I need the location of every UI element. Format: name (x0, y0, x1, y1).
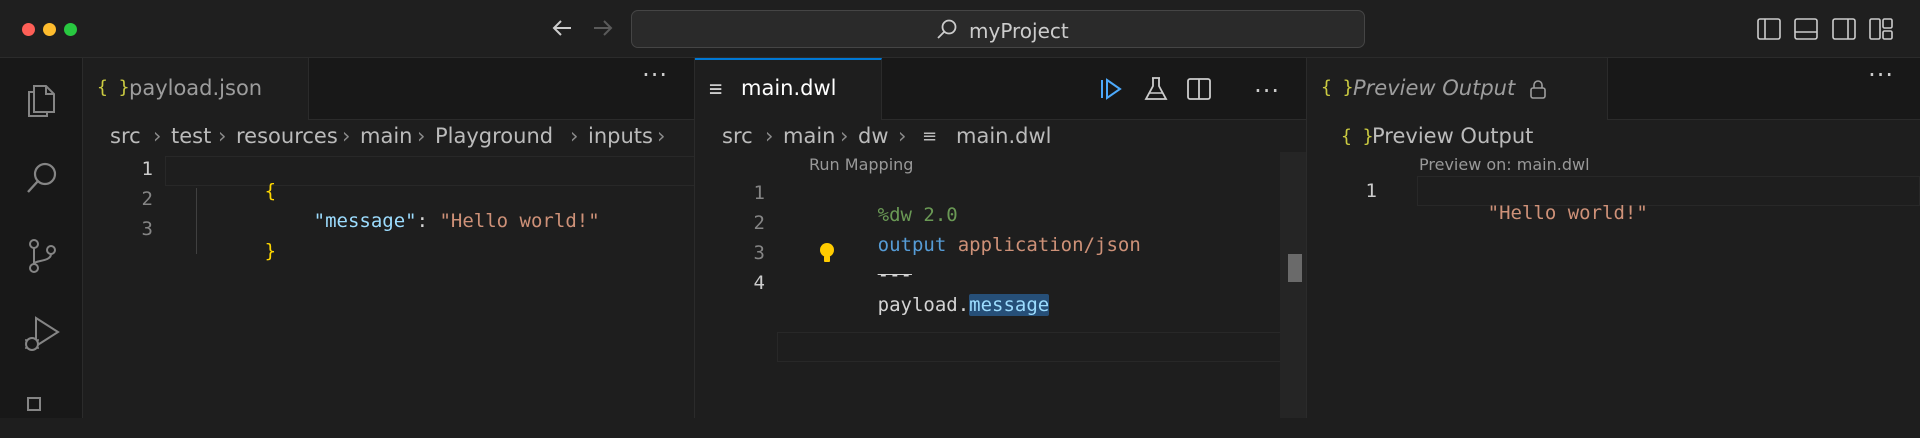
tab-label: Preview Output (1353, 76, 1516, 100)
code-line: } (264, 240, 277, 262)
chevron-right-icon: › (342, 124, 351, 148)
json-file-icon: { } (97, 77, 130, 98)
command-center[interactable]: myProject (631, 10, 1365, 48)
extensions-icon[interactable] (20, 390, 64, 434)
line-number: 1 (1365, 180, 1377, 202)
arrow-right-icon (588, 14, 616, 42)
line-number: 1 (753, 182, 765, 204)
close-window-button[interactable] (22, 23, 35, 36)
breadcrumb-item[interactable]: src (722, 124, 753, 148)
breadcrumb-item[interactable]: main.dwl (956, 124, 1051, 148)
scrollbar-track[interactable] (1280, 152, 1306, 418)
breadcrumb-item[interactable]: Preview Output (1372, 124, 1533, 148)
breadcrumb: src › test › resources › main › Playgrou… (83, 120, 694, 152)
tab-preview-output[interactable]: { } Preview Output (1307, 58, 1608, 120)
chevron-right-icon: › (898, 124, 907, 148)
json-file-icon: { } (1341, 126, 1374, 147)
search-icon[interactable] (20, 156, 64, 200)
window-title: myProject (969, 19, 1069, 43)
lightbulb-icon[interactable] (815, 240, 839, 266)
lock-icon (1527, 78, 1549, 100)
code-editor[interactable]: Run Mapping 1 2 3 4 %dw 2.0 output appli… (695, 152, 1306, 418)
breadcrumb-item[interactable]: resources (236, 124, 338, 148)
maximize-window-button[interactable] (64, 23, 77, 36)
chevron-right-icon: › (840, 124, 849, 148)
line-number: 1 (141, 158, 153, 180)
scrollbar-thumb[interactable] (1288, 254, 1302, 282)
breadcrumb-item[interactable]: test (171, 124, 211, 148)
chevron-right-icon: › (765, 124, 774, 148)
editor-group-right: { } Preview Output ··· { } Preview Outpu… (1307, 58, 1920, 418)
editor-group-middle: ≡ main.dwl ··· src › main › dw › ≡ main.… (695, 58, 1307, 418)
line-number: 3 (141, 218, 153, 240)
chevron-right-icon: › (417, 124, 426, 148)
breadcrumb: src › main › dw › ≡ main.dwl (695, 120, 1306, 152)
run-icon[interactable] (1096, 74, 1126, 104)
toggle-secondary-sidebar-icon[interactable] (1831, 16, 1857, 42)
editor-group-left: { } payload.json ··· src › test › resour… (83, 58, 695, 418)
more-actions-icon[interactable]: ··· (642, 63, 668, 87)
tab-bar: ≡ main.dwl ··· (695, 58, 1306, 120)
code-line: payload.message (877, 294, 1050, 316)
customize-layout-icon[interactable] (1868, 16, 1894, 42)
source-control-icon[interactable] (20, 234, 64, 278)
run-mapping-codelens[interactable]: Run Mapping (809, 155, 913, 174)
line-number: 4 (753, 272, 765, 294)
split-editor-icon[interactable] (1184, 74, 1214, 104)
chevron-right-icon: › (218, 124, 227, 148)
activity-bar (0, 58, 83, 418)
tab-bar: { } Preview Output ··· (1307, 58, 1920, 120)
breadcrumb-item[interactable]: main (360, 124, 412, 148)
beaker-icon[interactable] (1141, 74, 1171, 104)
more-actions-icon[interactable]: ··· (1868, 63, 1894, 87)
breadcrumb: { } Preview Output (1307, 120, 1920, 152)
chevron-right-icon: › (570, 124, 579, 148)
file-lines-icon: ≡ (922, 126, 938, 147)
minimize-window-button[interactable] (43, 23, 56, 36)
breadcrumb-item[interactable]: dw (858, 124, 889, 148)
toggle-primary-sidebar-icon[interactable] (1756, 16, 1782, 42)
toggle-panel-icon[interactable] (1793, 16, 1819, 42)
run-debug-icon[interactable] (20, 312, 64, 356)
chevron-right-icon: › (153, 124, 162, 148)
output-viewer[interactable]: Preview on: main.dwl 1 "Hello world!" (1307, 152, 1920, 418)
breadcrumb-item[interactable]: inputs (588, 124, 653, 148)
breadcrumb-item[interactable]: src (110, 124, 141, 148)
title-bar: myProject (0, 0, 1920, 58)
search-icon (935, 18, 959, 42)
json-file-icon: { } (1321, 77, 1354, 98)
arrow-left-icon[interactable] (549, 14, 577, 42)
file-lines-icon: ≡ (709, 77, 723, 102)
chevron-right-icon: › (657, 124, 666, 148)
files-icon[interactable] (20, 78, 64, 122)
tab-payload-json[interactable]: { } payload.json (83, 58, 309, 120)
line-number: 2 (141, 188, 153, 210)
tab-main-dwl[interactable]: ≡ main.dwl (695, 58, 882, 120)
tab-label: main.dwl (741, 76, 837, 100)
line-number: 2 (753, 212, 765, 234)
more-actions-icon[interactable]: ··· (1254, 79, 1280, 103)
line-number: 3 (753, 242, 765, 264)
code-line: "Hello world!" (1487, 202, 1648, 224)
breadcrumb-item[interactable]: Playground (435, 124, 553, 148)
code-editor[interactable]: 1 2 3 { "message": "Hello world!" } (83, 152, 694, 418)
tab-label: payload.json (129, 76, 263, 100)
tab-bar: { } payload.json ··· (83, 58, 694, 120)
preview-codelens: Preview on: main.dwl (1419, 155, 1590, 174)
breadcrumb-item[interactable]: main (783, 124, 835, 148)
